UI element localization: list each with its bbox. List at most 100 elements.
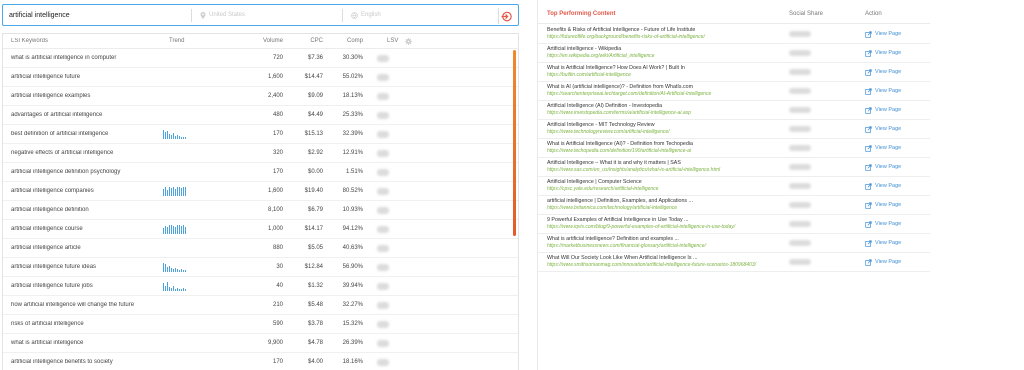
- col-keyword[interactable]: LSI Keywords: [3, 38, 163, 44]
- keyword-cell[interactable]: best definition of artificial intelligen…: [3, 131, 163, 137]
- content-url[interactable]: https://www.technologyreview.com/artific…: [547, 129, 789, 136]
- table-row[interactable]: advantages of artificial intelligence 480…: [3, 106, 518, 125]
- trend-bar: [177, 225, 178, 234]
- search-submit-button[interactable]: [498, 8, 514, 24]
- view-page-link[interactable]: View Page: [865, 125, 925, 133]
- social-share-cell: [789, 31, 865, 37]
- keyword-cell[interactable]: artificial intelligence future: [3, 74, 163, 80]
- trend-bar: [173, 268, 174, 272]
- view-page-label: View Page: [875, 202, 902, 208]
- trend-bar: [171, 188, 172, 196]
- lsv-cell: [363, 206, 423, 214]
- content-url[interactable]: https://www.investopedia.com/terms/a/art…: [547, 110, 789, 117]
- keyword-cell[interactable]: what is artificial intelligence in compu…: [3, 55, 163, 61]
- table-row[interactable]: what is artificial intelligence in compu…: [3, 49, 518, 68]
- content-url[interactable]: https://en.wikipedia.org/wiki/Artificial…: [547, 53, 789, 60]
- table-row[interactable]: artificial intelligence article 880 $5.05 4…: [3, 239, 518, 258]
- keyword-cell[interactable]: how artificial intelligence will change …: [3, 302, 163, 308]
- content-title: Artificial Intelligence - MIT Technology…: [547, 122, 655, 128]
- content-url[interactable]: https://searchenterpriseai.techtarget.co…: [547, 91, 789, 98]
- col-volume[interactable]: Volume: [233, 38, 283, 44]
- view-page-link[interactable]: View Page: [865, 163, 925, 171]
- col-cpc[interactable]: CPC: [283, 38, 323, 44]
- content-url[interactable]: https://www.sas.com/en_us/insights/analy…: [547, 167, 789, 174]
- keyword-cell[interactable]: negative effects of artificial intellige…: [3, 150, 163, 156]
- trend-bar: [175, 288, 176, 291]
- content-url[interactable]: https://marketbusinessnews.com/financial…: [547, 243, 789, 250]
- view-page-label: View Page: [875, 126, 902, 132]
- col-comp[interactable]: Comp: [323, 38, 363, 44]
- volume-cell: 2,400: [267, 93, 283, 99]
- table-row[interactable]: artificial intelligence definition 8,100 $…: [3, 201, 518, 220]
- keyword-cell[interactable]: what is artificial intelligence: [3, 340, 163, 346]
- table-row[interactable]: best definition of artificial intelligen…: [3, 125, 518, 144]
- view-page-label: View Page: [875, 88, 902, 94]
- scrollbar[interactable]: [513, 50, 516, 236]
- keyword-cell[interactable]: advantages of artificial intelligence: [3, 112, 163, 118]
- language-field[interactable]: English: [343, 11, 483, 19]
- social-share-blurred-value: [789, 145, 811, 151]
- list-item: artificial intelligence | Definition, Ex…: [538, 196, 930, 215]
- table-row[interactable]: artificial intelligence examples 2,400 $9.…: [3, 87, 518, 106]
- cpc-cell: $14.47: [304, 74, 323, 80]
- list-item: What is AI (artificial intelligence)? - …: [538, 82, 930, 101]
- keyword-rows: what is artificial intelligence in compu…: [3, 49, 518, 370]
- view-page-link[interactable]: View Page: [865, 220, 925, 228]
- table-row[interactable]: how artificial intelligence will change …: [3, 296, 518, 315]
- content-url[interactable]: https://www.techopedia.com/definition/19…: [547, 148, 789, 155]
- gear-icon[interactable]: [405, 37, 413, 45]
- view-page-link[interactable]: View Page: [865, 258, 925, 266]
- table-row[interactable]: artificial intelligence companies 1,600 $1…: [3, 182, 518, 201]
- volume-cell: 1,000: [267, 226, 283, 232]
- keyword-cell[interactable]: risks of artificial intelligence: [3, 321, 163, 327]
- content-title: What is Artificial Intelligence? How Doe…: [547, 65, 685, 71]
- table-row[interactable]: what is artificial intelligence 9,900 $4.7…: [3, 334, 518, 353]
- keyword-cell[interactable]: artificial intelligence definition: [3, 207, 163, 213]
- table-row[interactable]: negative effects of artificial intellige…: [3, 144, 518, 163]
- content-url[interactable]: https://cpsc.yale.edu/research/artificia…: [547, 186, 789, 193]
- keyword-cell[interactable]: artificial intelligence examples: [3, 93, 163, 99]
- view-page-link[interactable]: View Page: [865, 68, 925, 76]
- table-row[interactable]: artificial intelligence future ideas 30 $1…: [3, 258, 518, 277]
- table-row[interactable]: artificial intelligence future 1,600 $14.4…: [3, 68, 518, 87]
- view-page-link[interactable]: View Page: [865, 30, 925, 38]
- view-page-label: View Page: [875, 221, 902, 227]
- keyword-cell[interactable]: artificial intelligence companies: [3, 188, 163, 194]
- table-row[interactable]: artificial intelligence future jobs 40 $1.…: [3, 277, 518, 296]
- view-page-link[interactable]: View Page: [865, 239, 925, 247]
- table-row[interactable]: artificial intelligence benefits to soci…: [3, 353, 518, 370]
- external-edit-icon: [865, 30, 872, 38]
- volume-cell: 30: [276, 264, 283, 270]
- content-url[interactable]: https://www.smithsonianmag.com/innovatio…: [547, 262, 789, 269]
- table-row[interactable]: risks of artificial intelligence 590 $3.78…: [3, 315, 518, 334]
- content-text: What is Artificial Intelligence (AI)? - …: [538, 141, 789, 155]
- search-input[interactable]: artificial intelligence: [3, 12, 191, 19]
- keyword-cell[interactable]: artificial intelligence course: [3, 226, 163, 232]
- trend-cell: [163, 125, 233, 144]
- view-page-link[interactable]: View Page: [865, 49, 925, 57]
- keyword-cell[interactable]: artificial intelligence future ideas: [3, 264, 163, 270]
- trend-bar: [167, 131, 168, 139]
- view-page-link[interactable]: View Page: [865, 144, 925, 152]
- col-lsv[interactable]: LSV: [387, 38, 398, 44]
- content-url[interactable]: https://futureoflife.org/background/bene…: [547, 34, 789, 41]
- content-url[interactable]: https://www.britannica.com/technology/ar…: [547, 205, 789, 212]
- table-row[interactable]: artificial intelligence definition psych…: [3, 163, 518, 182]
- location-field[interactable]: United States: [192, 11, 342, 19]
- comp-cell: 1.51%: [345, 169, 363, 175]
- content-url[interactable]: https://www.iqvis.com/blog/9-powerful-ex…: [547, 224, 789, 231]
- trend-cell: [163, 144, 233, 163]
- view-page-link[interactable]: View Page: [865, 87, 925, 95]
- trend-cell: [163, 296, 233, 315]
- keyword-cell[interactable]: artificial intelligence article: [3, 245, 163, 251]
- keyword-cell[interactable]: artificial intelligence future jobs: [3, 283, 163, 289]
- view-page-link[interactable]: View Page: [865, 201, 925, 209]
- external-edit-icon: [865, 258, 872, 266]
- keyword-cell[interactable]: artificial intelligence definition psych…: [3, 169, 163, 175]
- table-row[interactable]: artificial intelligence course 1,000 $14.1…: [3, 220, 518, 239]
- view-page-link[interactable]: View Page: [865, 182, 925, 190]
- content-url[interactable]: https://builtin.com/artificial-intellige…: [547, 72, 789, 79]
- view-page-link[interactable]: View Page: [865, 106, 925, 114]
- lsv-blurred-value: [377, 111, 389, 119]
- keyword-cell[interactable]: artificial intelligence benefits to soci…: [3, 359, 163, 365]
